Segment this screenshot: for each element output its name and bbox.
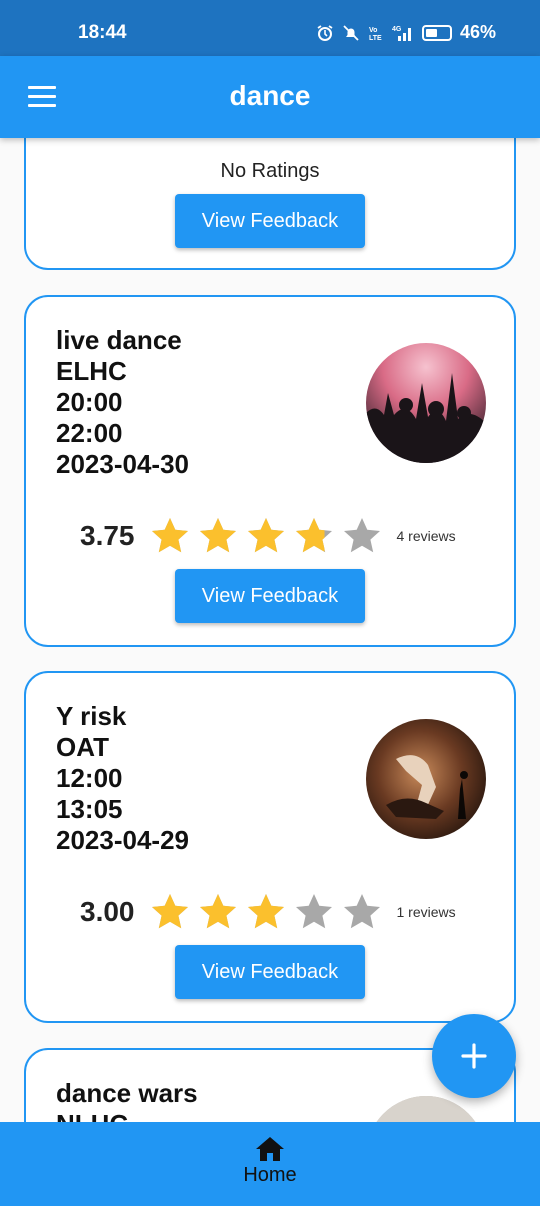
star-filled-icon — [151, 894, 188, 929]
star-rating — [149, 891, 383, 933]
svg-text:4G: 4G — [392, 26, 402, 33]
mute-notifications-icon — [343, 24, 359, 41]
star-filled-icon — [199, 894, 236, 929]
nav-home-label: Home — [243, 1164, 297, 1186]
bottom-nav: Home — [0, 1122, 540, 1206]
event-image — [366, 343, 486, 463]
nav-home[interactable]: Home — [220, 1136, 320, 1196]
star-filled-icon — [247, 518, 284, 553]
star-filled-icon — [199, 518, 236, 553]
home-icon — [256, 1137, 284, 1161]
event-venue: OAT — [56, 732, 109, 762]
event-details: Y risk OAT 12:00 13:05 2023-04-29 — [56, 701, 189, 856]
signal-4g-icon: 4G — [392, 26, 411, 41]
event-card: Y risk OAT 12:00 13:05 2023-04-29 3.00 1… — [24, 671, 516, 1023]
star-rating — [149, 515, 383, 557]
event-end-time: 22:00 — [56, 418, 123, 448]
rating-value: 3.00 — [80, 896, 135, 927]
event-date: 2023-04-29 — [56, 825, 189, 855]
view-feedback-button[interactable]: View Feedback — [175, 194, 365, 248]
svg-text:Vo: Vo — [369, 27, 377, 34]
alarm-icon — [317, 24, 333, 41]
view-feedback-button[interactable]: View Feedback — [175, 569, 365, 623]
event-list[interactable]: No Ratings View Feedback live dance ELHC… — [0, 138, 540, 1122]
star-filled-icon — [247, 894, 284, 929]
event-start-time: 12:00 — [56, 763, 123, 793]
event-card: live dance ELHC 20:00 22:00 2023-04-30 3… — [24, 295, 516, 647]
review-count: 4 reviews — [396, 528, 456, 544]
event-details: live dance ELHC 20:00 22:00 2023-04-30 — [56, 325, 189, 480]
view-feedback-button[interactable]: View Feedback — [175, 945, 365, 999]
event-start-time: 20:00 — [56, 387, 123, 417]
status-time: 18:44 — [78, 22, 127, 43]
plus-icon — [461, 1043, 487, 1069]
app-screen: 18:44 Vo LTE 4G 46% dance No Ratings View… — [0, 0, 540, 1206]
status-icons: Vo LTE 4G 46% — [316, 22, 496, 43]
battery-icon — [421, 24, 452, 41]
star-empty-icon — [343, 894, 380, 929]
add-event-button[interactable] — [432, 1014, 516, 1098]
event-title: dance wars — [56, 1078, 198, 1108]
event-date: 2023-04-30 — [56, 449, 189, 479]
star-half-icon — [295, 518, 332, 553]
star-filled-icon — [151, 518, 188, 553]
event-end-time: 13:05 — [56, 794, 123, 824]
app-bar: dance — [0, 56, 540, 138]
rating-value: 3.75 — [80, 520, 135, 551]
battery-percent: 46% — [459, 22, 496, 42]
event-venue: NLHC — [56, 1109, 198, 1122]
svg-text:LTE: LTE — [369, 35, 382, 42]
rating-row: 3.00 1 reviews — [80, 891, 456, 933]
page-title: dance — [229, 80, 311, 111]
rating-row: 3.75 4 reviews — [80, 515, 456, 557]
event-title: live dance — [56, 325, 182, 355]
event-card: No Ratings View Feedback — [24, 138, 516, 270]
event-title: Y risk — [56, 701, 127, 731]
star-empty-icon — [343, 518, 380, 553]
event-venue: ELHC — [56, 356, 127, 386]
volte-icon: VoLTE — [369, 27, 382, 42]
event-image — [366, 1096, 486, 1122]
no-ratings-label: No Ratings — [220, 160, 320, 182]
status-bar: 18:44 Vo LTE 4G 46% — [0, 0, 540, 56]
event-details: dance wars NLHC — [56, 1078, 198, 1122]
event-image — [366, 719, 486, 839]
review-count: 1 reviews — [396, 904, 456, 920]
star-empty-icon — [295, 894, 332, 929]
